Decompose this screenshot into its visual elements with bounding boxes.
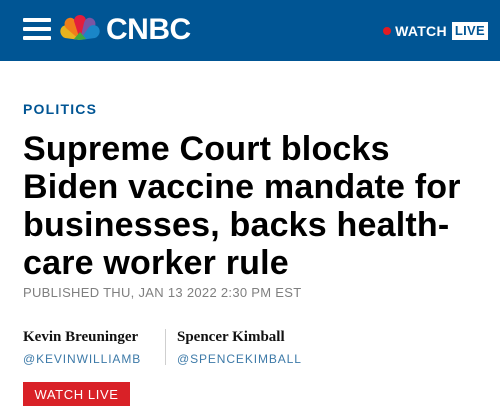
- live-badge: LIVE: [451, 22, 488, 40]
- author-block: Spencer Kimball @SPENCEKIMBALL: [177, 328, 302, 366]
- watch-label: WATCH: [395, 23, 447, 39]
- watch-live-header-button[interactable]: WATCH LIVE: [383, 21, 488, 41]
- top-navigation-bar: CNBC WATCH LIVE: [0, 0, 500, 61]
- nbc-peacock-logo[interactable]: [57, 14, 103, 42]
- author-twitter-handle[interactable]: @KEVINWILLIAMB: [23, 352, 141, 366]
- author-name[interactable]: Kevin Breuninger: [23, 328, 141, 346]
- section-label[interactable]: POLITICS: [23, 101, 97, 117]
- author-block: Kevin Breuninger @KEVINWILLIAMB: [23, 328, 141, 366]
- cnbc-logo-text[interactable]: CNBC: [106, 13, 191, 47]
- author-name[interactable]: Spencer Kimball: [177, 328, 302, 346]
- published-timestamp: PUBLISHED THU, JAN 13 2022 2:30 PM EST: [23, 285, 302, 300]
- author-divider: [165, 329, 166, 365]
- author-twitter-handle[interactable]: @SPENCEKIMBALL: [177, 352, 302, 366]
- article-headline: Supreme Court blocks Biden vaccine manda…: [23, 130, 461, 282]
- watch-live-button[interactable]: WATCH LIVE: [23, 382, 130, 406]
- live-dot-icon: [383, 27, 392, 35]
- menu-icon[interactable]: [23, 18, 51, 42]
